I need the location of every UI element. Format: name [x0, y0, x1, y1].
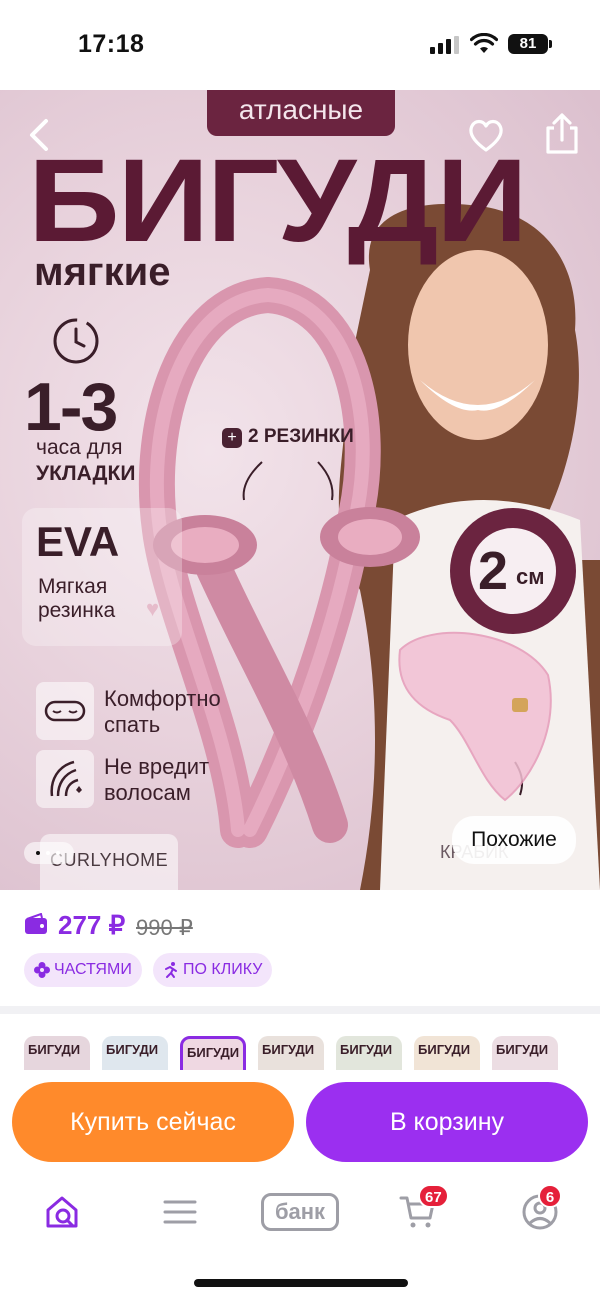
section-divider: [0, 1006, 600, 1014]
thumbnail-label: БИГУДИ: [262, 1042, 315, 1057]
thumbnail-label: БИГУДИ: [496, 1042, 549, 1057]
signal-icon: [430, 36, 460, 54]
thumbnail-label: БИГУДИ: [28, 1042, 81, 1057]
favorite-heart-icon[interactable]: [466, 116, 506, 156]
hero-pill-label: атласные: [207, 90, 395, 136]
battery-cap: [549, 40, 552, 48]
wallet-icon: [25, 913, 47, 934]
eva-title: EVA: [36, 518, 120, 565]
hours-line1: часа для: [36, 436, 123, 459]
thumbnail-label: БИГУДИ: [340, 1042, 393, 1057]
thumbnail-label: БИГУДИ: [106, 1042, 159, 1057]
home-indicator: [194, 1279, 408, 1287]
flower-icon: [34, 962, 50, 978]
hours-value: 1-3: [24, 369, 118, 445]
similar-button[interactable]: Похожие: [452, 816, 576, 864]
one-click-chip[interactable]: ПО КЛИКУ: [153, 953, 273, 987]
share-icon[interactable]: [542, 112, 582, 156]
elastics-label: 2 РЕЗИНКИ: [248, 426, 354, 447]
product-page: 17:18 81 атласные БИГУДИ мягкие 1-3 часа…: [0, 0, 600, 1300]
feature2-line1: Не вредит: [104, 754, 210, 779]
home-search-icon[interactable]: [42, 1192, 82, 1232]
thumbnail-label: БИГУДИ: [187, 1045, 240, 1060]
status-bar: 17:18 81: [0, 0, 600, 90]
installments-label: ЧАСТЯМИ: [54, 961, 132, 978]
bank-icon[interactable]: банк: [261, 1193, 339, 1231]
back-arrow-icon[interactable]: [22, 115, 62, 155]
running-person-icon: [165, 962, 177, 978]
eva-line2: резинка: [38, 599, 116, 622]
one-click-label: ПО КЛИКУ: [183, 961, 263, 978]
status-time: 17:18: [78, 30, 145, 58]
hero-subtitle: мягкие: [34, 250, 171, 294]
feature1-line2: спать: [104, 712, 161, 737]
diameter-unit: см: [516, 564, 545, 589]
cart-count-badge: 67: [418, 1184, 449, 1208]
hero-title: БИГУДИ: [28, 135, 528, 267]
heart-decor-icon: ♥: [146, 596, 160, 621]
diameter-value: 2: [478, 541, 509, 601]
current-price: 277 ₽: [58, 910, 126, 940]
profile-notification-badge: 6: [538, 1184, 562, 1208]
price-card: [0, 890, 600, 1006]
clock-icon: [53, 318, 99, 364]
menu-icon[interactable]: [160, 1192, 200, 1232]
eva-line1: Мягкая: [38, 575, 108, 598]
old-price: 990 ₽: [136, 915, 193, 940]
buy-now-button[interactable]: Купить сейчас: [12, 1082, 294, 1162]
product-image[interactable]: атласные БИГУДИ мягкие 1-3 часа для УКЛА…: [0, 90, 600, 890]
thumbnail-label: БИГУДИ: [418, 1042, 471, 1057]
battery-indicator: 81: [508, 34, 548, 54]
sleep-mask-icon: [36, 682, 94, 740]
add-to-cart-button[interactable]: В корзину: [306, 1082, 588, 1162]
hair-care-icon: [36, 750, 94, 808]
wifi-icon: [470, 33, 498, 53]
feature1-line1: Комфортно: [104, 686, 221, 711]
image-pager-dots[interactable]: [24, 842, 74, 864]
plus-icon: +: [222, 428, 242, 448]
installments-chip[interactable]: ЧАСТЯМИ: [24, 953, 142, 987]
feature2-line2: волосам: [104, 780, 191, 805]
hours-line2: УКЛАДКИ: [36, 462, 136, 485]
